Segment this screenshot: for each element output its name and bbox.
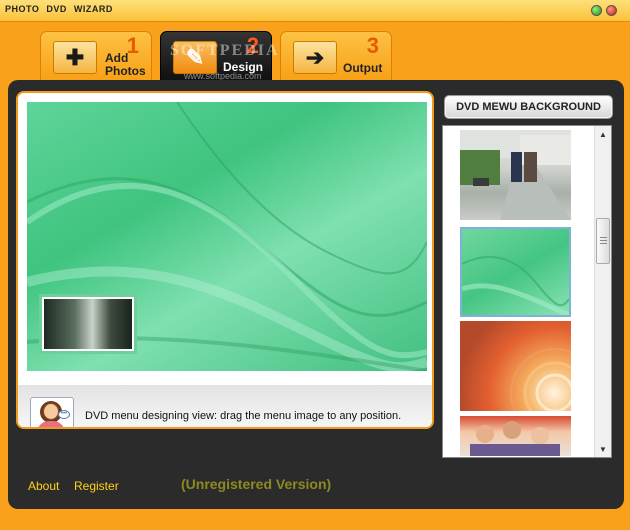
tab-number: 3 (366, 33, 379, 58)
about-link[interactable]: About (28, 479, 59, 493)
tab-label: Output (343, 61, 383, 75)
arrow-icon: ➔ (293, 41, 337, 74)
list-item-selected[interactable] (460, 227, 571, 318)
list-item[interactable] (460, 416, 571, 456)
family-photo (470, 421, 560, 456)
design-preview-box: ••• DVD menu designing view: drag the me… (16, 91, 434, 429)
orange-abstract-thumbnail (510, 348, 600, 438)
tab-output[interactable]: ➔ 3 Output (280, 31, 392, 81)
scroll-up-arrow-icon[interactable]: ▲ (595, 126, 611, 142)
scroll-thumb[interactable] (596, 218, 610, 264)
main-panel: ••• DVD menu designing view: drag the me… (8, 80, 624, 509)
minimize-button[interactable] (591, 5, 602, 16)
speech-bubble-icon: ••• (58, 410, 70, 419)
title-bar: PHOTO DVD WIZARD (0, 0, 630, 22)
scroll-down-arrow-icon[interactable]: ▼ (595, 441, 611, 457)
window-title: PHOTO DVD WIZARD (5, 4, 113, 14)
forest-photo (44, 299, 132, 349)
dvd-menu-background-button[interactable]: DVD MEWU BACKGROUND (444, 95, 613, 119)
green-waves-thumbnail (461, 255, 571, 318)
assistant-avatar-icon: ••• (30, 397, 74, 427)
register-link[interactable]: Register (74, 479, 119, 493)
watermark: SOFTPEDIA (170, 42, 280, 59)
info-text: DVD menu designing view: drag the menu i… (85, 410, 402, 422)
unregistered-status: (Unregistered Version) (181, 476, 332, 492)
tab-add-photos[interactable]: ✚ 1 Add Photos (40, 31, 152, 81)
tab-label: Add Photos (105, 51, 146, 78)
menu-image[interactable] (39, 294, 137, 354)
background-list[interactable]: ▲ ▼ (442, 125, 612, 458)
dvd-menu-canvas[interactable] (27, 102, 427, 371)
vertical-scrollbar[interactable]: ▲ ▼ (594, 126, 611, 457)
list-item[interactable] (460, 130, 571, 220)
elderly-couple-photo (460, 130, 571, 220)
close-button[interactable] (606, 5, 617, 16)
list-item[interactable] (460, 321, 600, 438)
info-bar: ••• DVD menu designing view: drag the me… (18, 385, 432, 427)
plus-icon: ✚ (53, 41, 97, 74)
